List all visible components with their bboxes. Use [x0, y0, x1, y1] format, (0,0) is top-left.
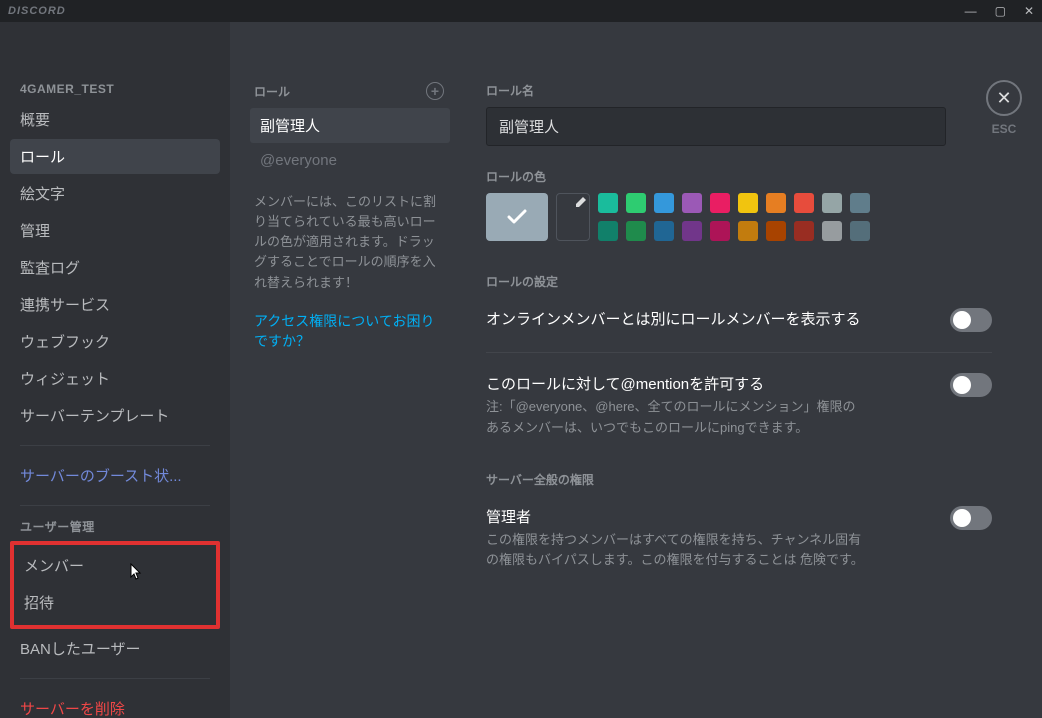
window-titlebar: DISCORD — ▢ ✕	[0, 0, 1042, 22]
close-icon: ✕	[996, 88, 1011, 109]
color-swatch[interactable]	[598, 221, 618, 241]
color-swatch[interactable]	[710, 221, 730, 241]
color-swatch[interactable]	[850, 221, 870, 241]
sidebar-divider	[20, 678, 210, 679]
color-swatch[interactable]	[738, 221, 758, 241]
cursor-icon	[126, 563, 142, 587]
role-item-selected[interactable]: 副管理人	[250, 108, 450, 143]
user-mgmt-header: ユーザー管理	[10, 518, 220, 541]
color-swatch[interactable]	[710, 193, 730, 213]
sidebar-item-roles[interactable]: ロール	[10, 139, 220, 174]
role-color-picker	[486, 193, 956, 241]
color-swatch[interactable]	[682, 221, 702, 241]
role-color-label: ロールの色	[486, 168, 992, 185]
color-swatch[interactable]	[626, 193, 646, 213]
allow-mention-toggle[interactable]	[950, 373, 992, 397]
sidebar-item-invites[interactable]: 招待	[20, 585, 210, 620]
sidebar-item-delete-server[interactable]: サーバーを削除	[10, 691, 220, 718]
display-separate-toggle[interactable]	[950, 308, 992, 332]
window-controls: — ▢ ✕	[965, 4, 1034, 18]
sidebar-item-integrations[interactable]: 連携サービス	[10, 287, 220, 322]
roles-hint-text: メンバーには、このリストに割り当てられている最も高いロールの色が適用されます。ド…	[250, 178, 450, 293]
role-settings-column: ロール名 ロールの色 ロールの設定 オンラインメンバーとは別にロールメンバーを表…	[450, 82, 1002, 698]
roles-column-title: ロール	[254, 83, 290, 100]
sidebar-item-widget[interactable]: ウィジェット	[10, 361, 220, 396]
color-swatch[interactable]	[682, 193, 702, 213]
server-name-header: 4GAMER_TEST	[10, 82, 220, 102]
color-swatch[interactable]	[654, 221, 674, 241]
close-settings-button[interactable]: ✕ ESC	[986, 80, 1022, 136]
color-swatch[interactable]	[766, 193, 786, 213]
sidebar-item-moderation[interactable]: 管理	[10, 213, 220, 248]
admin-perm-desc: この権限を持つメンバーはすべての権限を持ち、チャンネル固有の権限もバイパスします…	[486, 530, 866, 572]
allow-mention-note: 注:「@everyone、@here、全てのロールにメンション」権限のあるメンバ…	[486, 397, 866, 439]
server-perms-section-header: サーバー全般の権限	[486, 471, 992, 488]
role-name-input[interactable]	[486, 107, 946, 146]
minimize-button[interactable]: —	[965, 4, 977, 18]
sidebar-item-server-boost[interactable]: サーバーのブースト状...	[10, 458, 220, 493]
eyedropper-icon	[574, 197, 586, 209]
role-name-label: ロール名	[486, 82, 992, 99]
sidebar-item-bans[interactable]: BANしたユーザー	[10, 631, 220, 666]
admin-perm-toggle[interactable]	[950, 506, 992, 530]
color-swatch[interactable]	[598, 193, 618, 213]
settings-sidebar: 4GAMER_TEST 概要 ロール 絵文字 管理 監査ログ 連携サービス ウェ…	[0, 22, 230, 718]
settings-content: ロール + 副管理人 @everyone メンバーには、このリストに割り当てられ…	[230, 22, 1042, 718]
color-swatch[interactable]	[654, 193, 674, 213]
highlighted-annotation: メンバー 招待	[10, 541, 220, 629]
add-role-button[interactable]: +	[426, 82, 444, 100]
roles-help-link[interactable]: アクセス権限についてお困りですか？	[250, 293, 450, 351]
color-swatch[interactable]	[850, 193, 870, 213]
esc-label: ESC	[992, 122, 1017, 136]
color-swatch[interactable]	[626, 221, 646, 241]
roles-list-column: ロール + 副管理人 @everyone メンバーには、このリストに割り当てられ…	[250, 82, 450, 698]
role-settings-section-header: ロールの設定	[486, 273, 992, 290]
sidebar-item-members[interactable]: メンバー	[20, 548, 210, 583]
sidebar-item-audit-log[interactable]: 監査ログ	[10, 250, 220, 285]
color-default-swatch[interactable]	[486, 193, 548, 241]
sidebar-item-overview[interactable]: 概要	[10, 102, 220, 137]
color-swatch[interactable]	[766, 221, 786, 241]
sidebar-item-webhooks[interactable]: ウェブフック	[10, 324, 220, 359]
sidebar-divider	[20, 445, 210, 446]
divider	[486, 352, 992, 353]
color-swatch[interactable]	[794, 221, 814, 241]
display-separate-title: オンラインメンバーとは別にロールメンバーを表示する	[486, 308, 861, 332]
sidebar-divider	[20, 505, 210, 506]
color-swatch[interactable]	[794, 193, 814, 213]
color-swatch[interactable]	[822, 193, 842, 213]
close-window-button[interactable]: ✕	[1024, 4, 1034, 18]
allow-mention-title: このロールに対して@mentionを許可する	[486, 373, 866, 397]
role-item-everyone[interactable]: @everyone	[250, 145, 450, 176]
color-swatch[interactable]	[822, 221, 842, 241]
sidebar-item-server-template[interactable]: サーバーテンプレート	[10, 398, 220, 433]
custom-color-button[interactable]	[556, 193, 590, 241]
app-brand: DISCORD	[8, 5, 66, 17]
sidebar-item-emoji[interactable]: 絵文字	[10, 176, 220, 211]
maximize-button[interactable]: ▢	[995, 4, 1006, 18]
color-swatch[interactable]	[738, 193, 758, 213]
admin-perm-title: 管理者	[486, 506, 866, 530]
